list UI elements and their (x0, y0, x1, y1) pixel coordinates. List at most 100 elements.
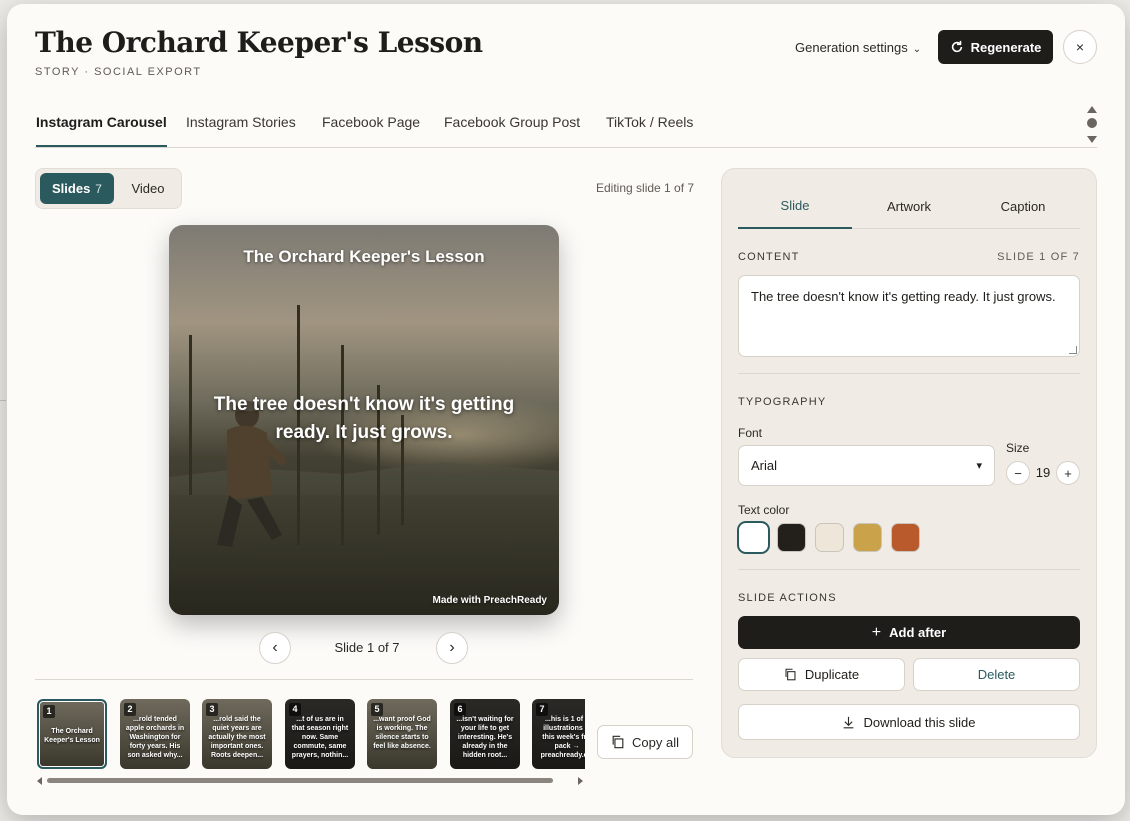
page-title: The Orchard Keeper's Lesson (35, 26, 483, 59)
preview-title: The Orchard Keeper's Lesson (243, 247, 485, 266)
tab-instagram-stories[interactable]: Instagram Stories (186, 114, 296, 145)
scroll-right-icon[interactable] (578, 777, 583, 785)
font-size-value: 19 (1035, 465, 1051, 480)
thumbnail-text: ...t of us are in that season right now.… (291, 716, 349, 759)
preview-body-text: The tree doesn't know it's getting ready… (213, 394, 515, 443)
content-section-label: Content (738, 251, 800, 263)
increase-size-button[interactable]: + (1056, 461, 1080, 485)
mode-toggle: Slides 7 Video (35, 168, 182, 209)
refresh-icon (951, 40, 962, 53)
tab-artwork[interactable]: Artwork (852, 183, 966, 229)
download-icon (844, 716, 854, 728)
scroll-thumb[interactable] (1087, 118, 1097, 128)
delete-label: Delete (977, 667, 1016, 682)
thumbnail-scrollbar[interactable] (35, 775, 585, 785)
social-export-modal: The Orchard Keeper's Lesson Story · Soci… (7, 4, 1125, 815)
font-size-stepper: − 19 + (1006, 461, 1080, 485)
preview-watermark: Made with PreachReady (432, 595, 547, 606)
generation-settings-label: Generation settings (795, 40, 908, 55)
slides-toggle-button[interactable]: Slides 7 (40, 173, 114, 204)
size-label: Size (1006, 441, 1030, 455)
duplicate-icon (785, 668, 796, 681)
color-swatch-white[interactable] (739, 523, 768, 552)
thumbnail-text: ...rold said the quiet years are actuall… (208, 716, 266, 759)
typography-section-label: Typography (738, 396, 827, 408)
editing-status: Editing slide 1 of 7 (596, 181, 695, 195)
font-select[interactable]: Arial ▾ (738, 445, 995, 486)
tab-tiktok-reels[interactable]: TikTok / Reels (606, 114, 693, 145)
slide-thumbnail-7[interactable]: 7 ...his is 1 of 6 illustrations in this… (532, 699, 585, 769)
resize-handle[interactable] (1069, 346, 1077, 354)
font-select-value: Arial (751, 458, 778, 473)
slide-thumbnail-4[interactable]: 4 ...t of us are in that season right no… (285, 699, 355, 769)
close-button[interactable]: × (1063, 30, 1097, 64)
chevron-left-icon: ‹ (272, 639, 278, 656)
slide-content-textarea[interactable]: The tree doesn't know it's getting ready… (738, 275, 1080, 357)
slide-thumbnail-1[interactable]: 1 The Orchard Keeper's Lesson (37, 699, 107, 769)
tab-instagram-carousel[interactable]: Instagram Carousel (36, 114, 167, 147)
copy-all-label: Copy all (632, 734, 679, 750)
scroll-down-icon[interactable] (1087, 136, 1097, 143)
slide-thumbnail-3[interactable]: 3 ...rold said the quiet years are actua… (202, 699, 272, 769)
page-subtitle: Story · Social Export (35, 66, 202, 78)
regenerate-button[interactable]: Regenerate (938, 30, 1053, 64)
regenerate-label: Regenerate (970, 39, 1042, 55)
add-after-button[interactable]: + Add after (738, 616, 1080, 649)
slide-thumbnail-2[interactable]: 2 ...rold tended apple orchards in Washi… (120, 699, 190, 769)
close-icon: × (1075, 39, 1085, 55)
duplicate-label: Duplicate (804, 667, 860, 682)
delete-button[interactable]: Delete (913, 658, 1080, 691)
text-color-label: Text color (738, 503, 790, 517)
tab-slide[interactable]: Slide (738, 183, 852, 229)
thumbnail-text: ...want proof God is working. The silenc… (373, 716, 431, 750)
slide-indicator: Slide 1 of 7 (334, 640, 400, 655)
tab-facebook-group-post[interactable]: Facebook Group Post (444, 114, 580, 145)
generation-settings-dropdown[interactable]: Generation settings ⌄ (795, 40, 921, 55)
slide-content-text: The tree doesn't know it's getting ready… (751, 289, 1056, 304)
slide-preview: The Orchard Keeper's Lesson The tree doe… (169, 225, 559, 615)
slide-position-label: Slide 1 of 7 (997, 251, 1080, 263)
thumbnail-text: ...rold tended apple orchards in Washing… (125, 716, 185, 759)
platform-tabs: Instagram Carousel Instagram Stories Fac… (35, 110, 1097, 148)
duplicate-button[interactable]: Duplicate (738, 658, 905, 691)
next-slide-button[interactable]: › (436, 632, 468, 664)
chevron-down-icon: ▾ (976, 460, 982, 472)
slide-settings-panel: Slide Artwork Caption Content Slide 1 of… (721, 168, 1097, 758)
thumbnail-text: ...his is 1 of 6 illustrations in this w… (540, 716, 585, 759)
scroll-up-icon[interactable] (1087, 106, 1097, 113)
download-slide-button[interactable]: Download this slide (738, 704, 1080, 740)
plus-icon: + (871, 623, 882, 641)
thumbnail-text: ...isn't waiting for your life to get in… (456, 716, 514, 759)
thumbnail-number: 1 (43, 705, 55, 718)
slides-count: 7 (95, 181, 102, 196)
font-label: Font (738, 426, 763, 440)
decrease-size-button[interactable]: − (1006, 461, 1030, 485)
scrollbar-thumb[interactable] (47, 778, 553, 783)
scroll-left-icon[interactable] (37, 777, 42, 785)
thumbnail-text: The Orchard Keeper's Lesson (44, 728, 100, 744)
tab-scroller[interactable] (1084, 104, 1100, 148)
divider (738, 373, 1080, 374)
chevron-down-icon: ⌄ (912, 43, 922, 55)
chevron-right-icon: › (449, 639, 455, 656)
add-after-label: Add after (889, 625, 947, 640)
tab-facebook-page[interactable]: Facebook Page (322, 114, 420, 145)
copy-all-button[interactable]: Copy all (597, 725, 693, 759)
slide-actions-label: Slide Actions (738, 592, 837, 604)
slide-thumbnail-6[interactable]: 6 ...isn't waiting for your life to get … (450, 699, 520, 769)
slide-thumbnail-5[interactable]: 5 ...want proof God is working. The sile… (367, 699, 437, 769)
divider (738, 569, 1080, 570)
color-swatch-cream[interactable] (815, 523, 844, 552)
color-swatch-rust[interactable] (891, 523, 920, 552)
copy-icon (612, 735, 624, 749)
previous-slide-button[interactable]: ‹ (259, 632, 291, 664)
panel-tabs: Slide Artwork Caption (738, 183, 1080, 229)
slides-label: Slides (52, 181, 91, 196)
color-swatch-gold[interactable] (853, 523, 882, 552)
thumbnail-strip: 1 The Orchard Keeper's Lesson 2 ...rold … (35, 696, 585, 771)
tab-caption[interactable]: Caption (966, 183, 1080, 229)
color-swatch-black[interactable] (777, 523, 806, 552)
divider (35, 679, 693, 680)
video-toggle-button[interactable]: Video (120, 173, 176, 204)
download-slide-label: Download this slide (863, 714, 976, 730)
